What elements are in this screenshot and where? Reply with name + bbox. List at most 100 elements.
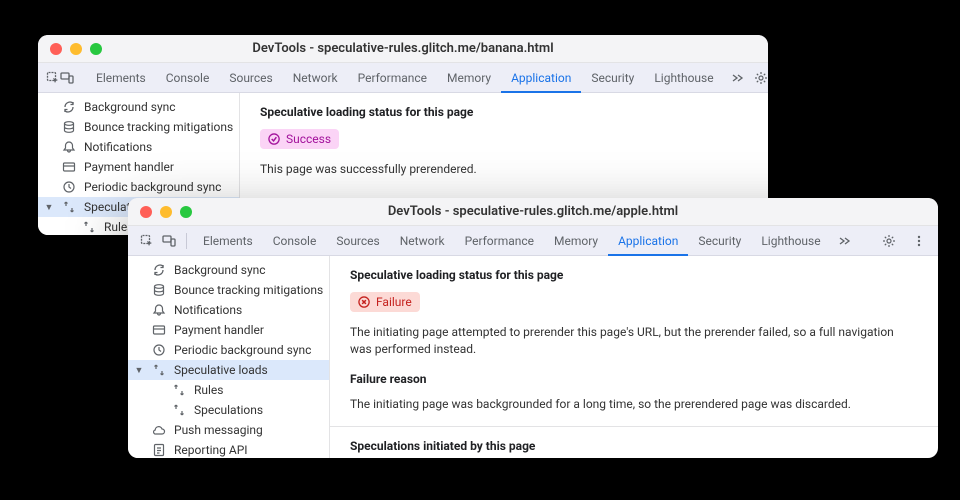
gear-icon[interactable] <box>878 230 900 252</box>
bell-icon <box>152 303 166 317</box>
sidebar-item-label: Periodic background sync <box>174 343 311 357</box>
close-button[interactable] <box>50 43 62 55</box>
panel-tab-security[interactable]: Security <box>688 226 751 256</box>
sidebar-item-notifications[interactable]: Notifications <box>128 300 329 320</box>
window-title: DevTools - speculative-rules.glitch.me/a… <box>388 204 678 219</box>
panel-tab-elements[interactable]: Elements <box>193 226 263 256</box>
sync-icon <box>62 100 76 114</box>
status-label: Failure <box>376 295 412 309</box>
panel-tab-console[interactable]: Console <box>156 63 220 93</box>
sidebar-item-label: Push messaging <box>174 423 263 437</box>
more-tabs-icon[interactable] <box>831 234 857 248</box>
arrows-icon <box>172 403 186 417</box>
sidebar-item-payment-handler[interactable]: Payment handler <box>38 157 239 177</box>
panel-tab-elements[interactable]: Elements <box>86 63 156 93</box>
arrows-icon <box>172 383 186 397</box>
sidebar-item-periodic-background-sync[interactable]: Periodic background sync <box>38 177 239 197</box>
panel-tab-application[interactable]: Application <box>608 226 688 256</box>
sidebar-item-label: Reporting API <box>174 443 248 457</box>
status-label: Success <box>286 132 331 146</box>
kebab-menu-icon[interactable] <box>908 230 930 252</box>
status-description: This page was successfully prerendered. <box>260 161 748 178</box>
sidebar-item-label: Payment handler <box>174 323 264 337</box>
sidebar-item-speculative-loads[interactable]: ▼ Speculative loads <box>128 360 329 380</box>
titlebar: DevTools - speculative-rules.glitch.me/a… <box>128 198 938 226</box>
sidebar-item-payment-handler[interactable]: Payment handler <box>128 320 329 340</box>
status-heading: Speculative loading status for this page <box>260 105 748 119</box>
sidebar-item-label: Rules <box>194 383 223 397</box>
cloud-icon <box>152 423 166 437</box>
sidebar-item-label: Speculations <box>194 403 263 417</box>
divider <box>186 233 187 249</box>
titlebar: DevTools - speculative-rules.glitch.me/b… <box>38 35 768 63</box>
maximize-button[interactable] <box>90 43 102 55</box>
toolbar: ElementsConsoleSourcesNetworkPerformance… <box>38 63 768 93</box>
tree-toggle-icon: ▼ <box>134 365 144 376</box>
card-icon <box>62 160 76 174</box>
status-badge: Failure <box>350 292 420 312</box>
sidebar-item-label: Bounce tracking mitigations <box>174 283 323 297</box>
toolbar: ElementsConsoleSourcesNetworkPerformance… <box>128 226 938 256</box>
panel-tab-console[interactable]: Console <box>263 226 327 256</box>
sidebar-item-label: Notifications <box>174 303 242 317</box>
panel-tab-lighthouse[interactable]: Lighthouse <box>751 226 830 256</box>
gear-icon[interactable] <box>750 67 768 89</box>
panel-tab-performance[interactable]: Performance <box>348 63 437 93</box>
sidebar-item-label: Notifications <box>84 140 152 154</box>
card-icon <box>152 323 166 337</box>
minimize-button[interactable] <box>70 43 82 55</box>
main-content: Speculative loading status for this page… <box>330 256 938 458</box>
db-icon <box>62 120 76 134</box>
traffic-lights <box>50 43 102 55</box>
devtools-window: DevTools - speculative-rules.glitch.me/a… <box>128 198 938 458</box>
sidebar-item-reporting-api[interactable]: Reporting API <box>128 440 329 458</box>
sidebar-item-bounce-tracking-mitigations[interactable]: Bounce tracking mitigations <box>128 280 329 300</box>
panel-tab-sources[interactable]: Sources <box>219 63 282 93</box>
sidebar-item-push-messaging[interactable]: Push messaging <box>128 420 329 440</box>
sidebar-item-notifications[interactable]: Notifications <box>38 137 239 157</box>
panel-tab-performance[interactable]: Performance <box>455 226 544 256</box>
sidebar-item-label: Bounce tracking mitigations <box>84 120 233 134</box>
report-icon <box>152 443 166 457</box>
panel-tab-sources[interactable]: Sources <box>326 226 389 256</box>
clock-icon <box>152 343 166 357</box>
sidebar-item-background-sync[interactable]: Background sync <box>128 260 329 280</box>
sidebar-item-periodic-background-sync[interactable]: Periodic background sync <box>128 340 329 360</box>
more-tabs-icon[interactable] <box>724 71 750 85</box>
panel-tab-memory[interactable]: Memory <box>437 63 501 93</box>
failure-reason-text: The initiating page was backgrounded for… <box>350 396 918 413</box>
sync-icon <box>152 263 166 277</box>
close-button[interactable] <box>140 206 152 218</box>
sidebar-item-background-sync[interactable]: Background sync <box>38 97 239 117</box>
inspect-icon[interactable] <box>46 67 60 89</box>
sidebar-item-label: Periodic background sync <box>84 180 221 194</box>
sidebar: Background sync Bounce tracking mitigati… <box>128 256 330 458</box>
device-mode-icon[interactable] <box>60 67 74 89</box>
arrows-icon <box>62 200 76 214</box>
sidebar-item-label: Speculative loads <box>174 363 268 377</box>
sidebar-item-bounce-tracking-mitigations[interactable]: Bounce tracking mitigations <box>38 117 239 137</box>
sidebar-item-label: Payment handler <box>84 160 174 174</box>
status-badge: Success <box>260 129 339 149</box>
panel-tab-network[interactable]: Network <box>283 63 348 93</box>
panel-tab-memory[interactable]: Memory <box>544 226 608 256</box>
panel-tab-security[interactable]: Security <box>581 63 644 93</box>
panel-tab-lighthouse[interactable]: Lighthouse <box>644 63 723 93</box>
sidebar-item-rules[interactable]: Rules <box>128 380 329 400</box>
maximize-button[interactable] <box>180 206 192 218</box>
check-icon <box>268 133 281 146</box>
speculations-heading: Speculations initiated by this page <box>350 439 918 453</box>
sidebar-item-speculations[interactable]: Speculations <box>128 400 329 420</box>
panel-tab-application[interactable]: Application <box>501 63 581 93</box>
minimize-button[interactable] <box>160 206 172 218</box>
inspect-icon[interactable] <box>136 230 158 252</box>
panel-tab-network[interactable]: Network <box>390 226 455 256</box>
status-heading: Speculative loading status for this page <box>350 268 918 282</box>
x-icon <box>358 296 371 309</box>
sidebar-item-label: Background sync <box>174 263 266 277</box>
db-icon <box>152 283 166 297</box>
device-mode-icon[interactable] <box>158 230 180 252</box>
status-description: The initiating page attempted to prerend… <box>350 324 918 358</box>
bell-icon <box>62 140 76 154</box>
failure-reason-heading: Failure reason <box>350 372 918 386</box>
